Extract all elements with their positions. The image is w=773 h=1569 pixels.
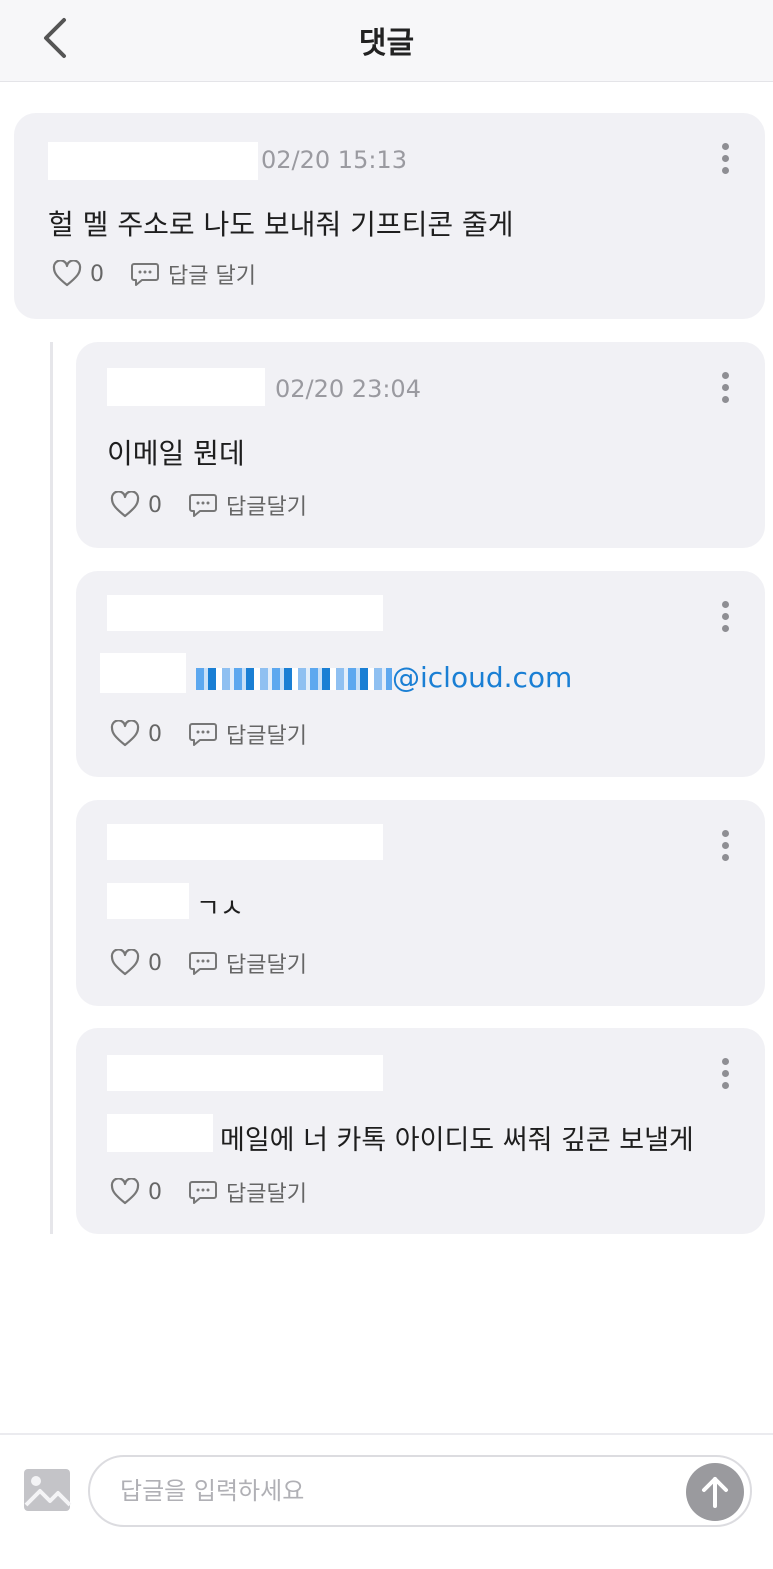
reply-thread-line (50, 342, 53, 1234)
comment-bubble-icon (189, 952, 217, 975)
mention-redacted (100, 653, 186, 693)
reply-label: 답글달기 (226, 953, 307, 978)
reply-label: 답글달기 (226, 724, 307, 749)
mention-redacted (107, 883, 189, 919)
reply-input-wrapper (88, 1455, 752, 1527)
email-redacted-pixelated (196, 668, 392, 690)
reply-card: 02/20 23:04 이메일 뭔데 0 답글달기 (76, 342, 765, 548)
reply-card: ㄱㅅ 0 답글달기 (76, 800, 765, 1006)
like-button[interactable]: 0 (110, 720, 162, 748)
more-options-button[interactable] (719, 143, 731, 179)
more-options-button[interactable] (719, 1058, 731, 1094)
mention-redacted (107, 1114, 213, 1152)
like-count: 0 (148, 492, 162, 518)
more-options-button[interactable] (719, 830, 731, 866)
author-name-redacted (107, 368, 265, 406)
reply-composer (0, 1433, 773, 1569)
comment-bubble-icon (189, 494, 217, 517)
comment-text: 헐 멜 주소로 나도 보내줘 기프티콘 줄게 (48, 208, 514, 241)
email-domain-link[interactable]: @icloud.com (392, 661, 572, 694)
comment-date: 02/20 15:13 (261, 146, 407, 174)
heart-icon (110, 491, 140, 518)
reply-card: 메일에 너 카톡 아이디도 써줘 깊콘 보낼게 0 답글달기 (76, 1028, 765, 1234)
comment-card: 02/20 15:13 헐 멜 주소로 나도 보내줘 기프티콘 줄게 0 답글 … (14, 113, 765, 319)
reply-text: ㄱㅅ (196, 894, 244, 924)
reply-label: 답글달기 (226, 495, 307, 520)
reply-actions: 0 답글달기 (110, 719, 307, 749)
comment-bubble-icon (189, 723, 217, 746)
author-name-redacted (107, 824, 383, 860)
reply-button[interactable]: 답글달기 (188, 718, 307, 750)
author-name-redacted (48, 142, 258, 180)
reply-text: @icloud.com (196, 661, 572, 694)
comment-actions: 0 답글 달기 (52, 259, 256, 289)
like-button[interactable]: 0 (110, 949, 162, 977)
heart-icon (52, 260, 82, 287)
reply-text: 메일에 너 카톡 아이디도 써줘 깊콘 보낼게 (220, 1125, 694, 1156)
like-count: 0 (90, 261, 104, 287)
attach-image-button[interactable] (22, 1465, 72, 1515)
like-count: 0 (148, 1179, 162, 1205)
heart-icon (110, 1178, 140, 1205)
comment-bubble-icon (131, 263, 159, 286)
reply-button[interactable]: 답글달기 (188, 947, 307, 979)
page-title: 댓글 (358, 26, 415, 61)
reply-button[interactable]: 답글달기 (188, 489, 307, 521)
reply-actions: 0 답글달기 (110, 1177, 307, 1207)
more-options-button[interactable] (719, 601, 731, 637)
reply-label: 답글달기 (226, 1182, 307, 1207)
reply-label: 답글 달기 (168, 264, 256, 289)
image-icon (24, 1469, 72, 1511)
like-count: 0 (148, 950, 162, 976)
top-bar: 댓글 (0, 0, 773, 82)
reply-button[interactable]: 답글 달기 (130, 258, 256, 290)
heart-icon (110, 949, 140, 976)
like-button[interactable]: 0 (52, 260, 104, 288)
author-name-redacted (107, 1055, 383, 1091)
reply-button[interactable]: 답글달기 (188, 1176, 307, 1208)
like-button[interactable]: 0 (110, 1178, 162, 1206)
send-button[interactable] (686, 1463, 744, 1521)
reply-text: 이메일 뭔데 (107, 437, 245, 470)
like-button[interactable]: 0 (110, 491, 162, 519)
like-count: 0 (148, 721, 162, 747)
reply-card: @icloud.com 0 답글달기 (76, 571, 765, 777)
heart-icon (110, 720, 140, 747)
reply-input[interactable] (120, 1469, 680, 1513)
comment-bubble-icon (189, 1181, 217, 1204)
reply-actions: 0 답글달기 (110, 948, 307, 978)
more-options-button[interactable] (719, 372, 731, 408)
author-name-redacted (107, 595, 383, 631)
arrow-up-icon (702, 1477, 728, 1508)
reply-date: 02/20 23:04 (275, 375, 421, 403)
reply-actions: 0 답글달기 (110, 490, 307, 520)
